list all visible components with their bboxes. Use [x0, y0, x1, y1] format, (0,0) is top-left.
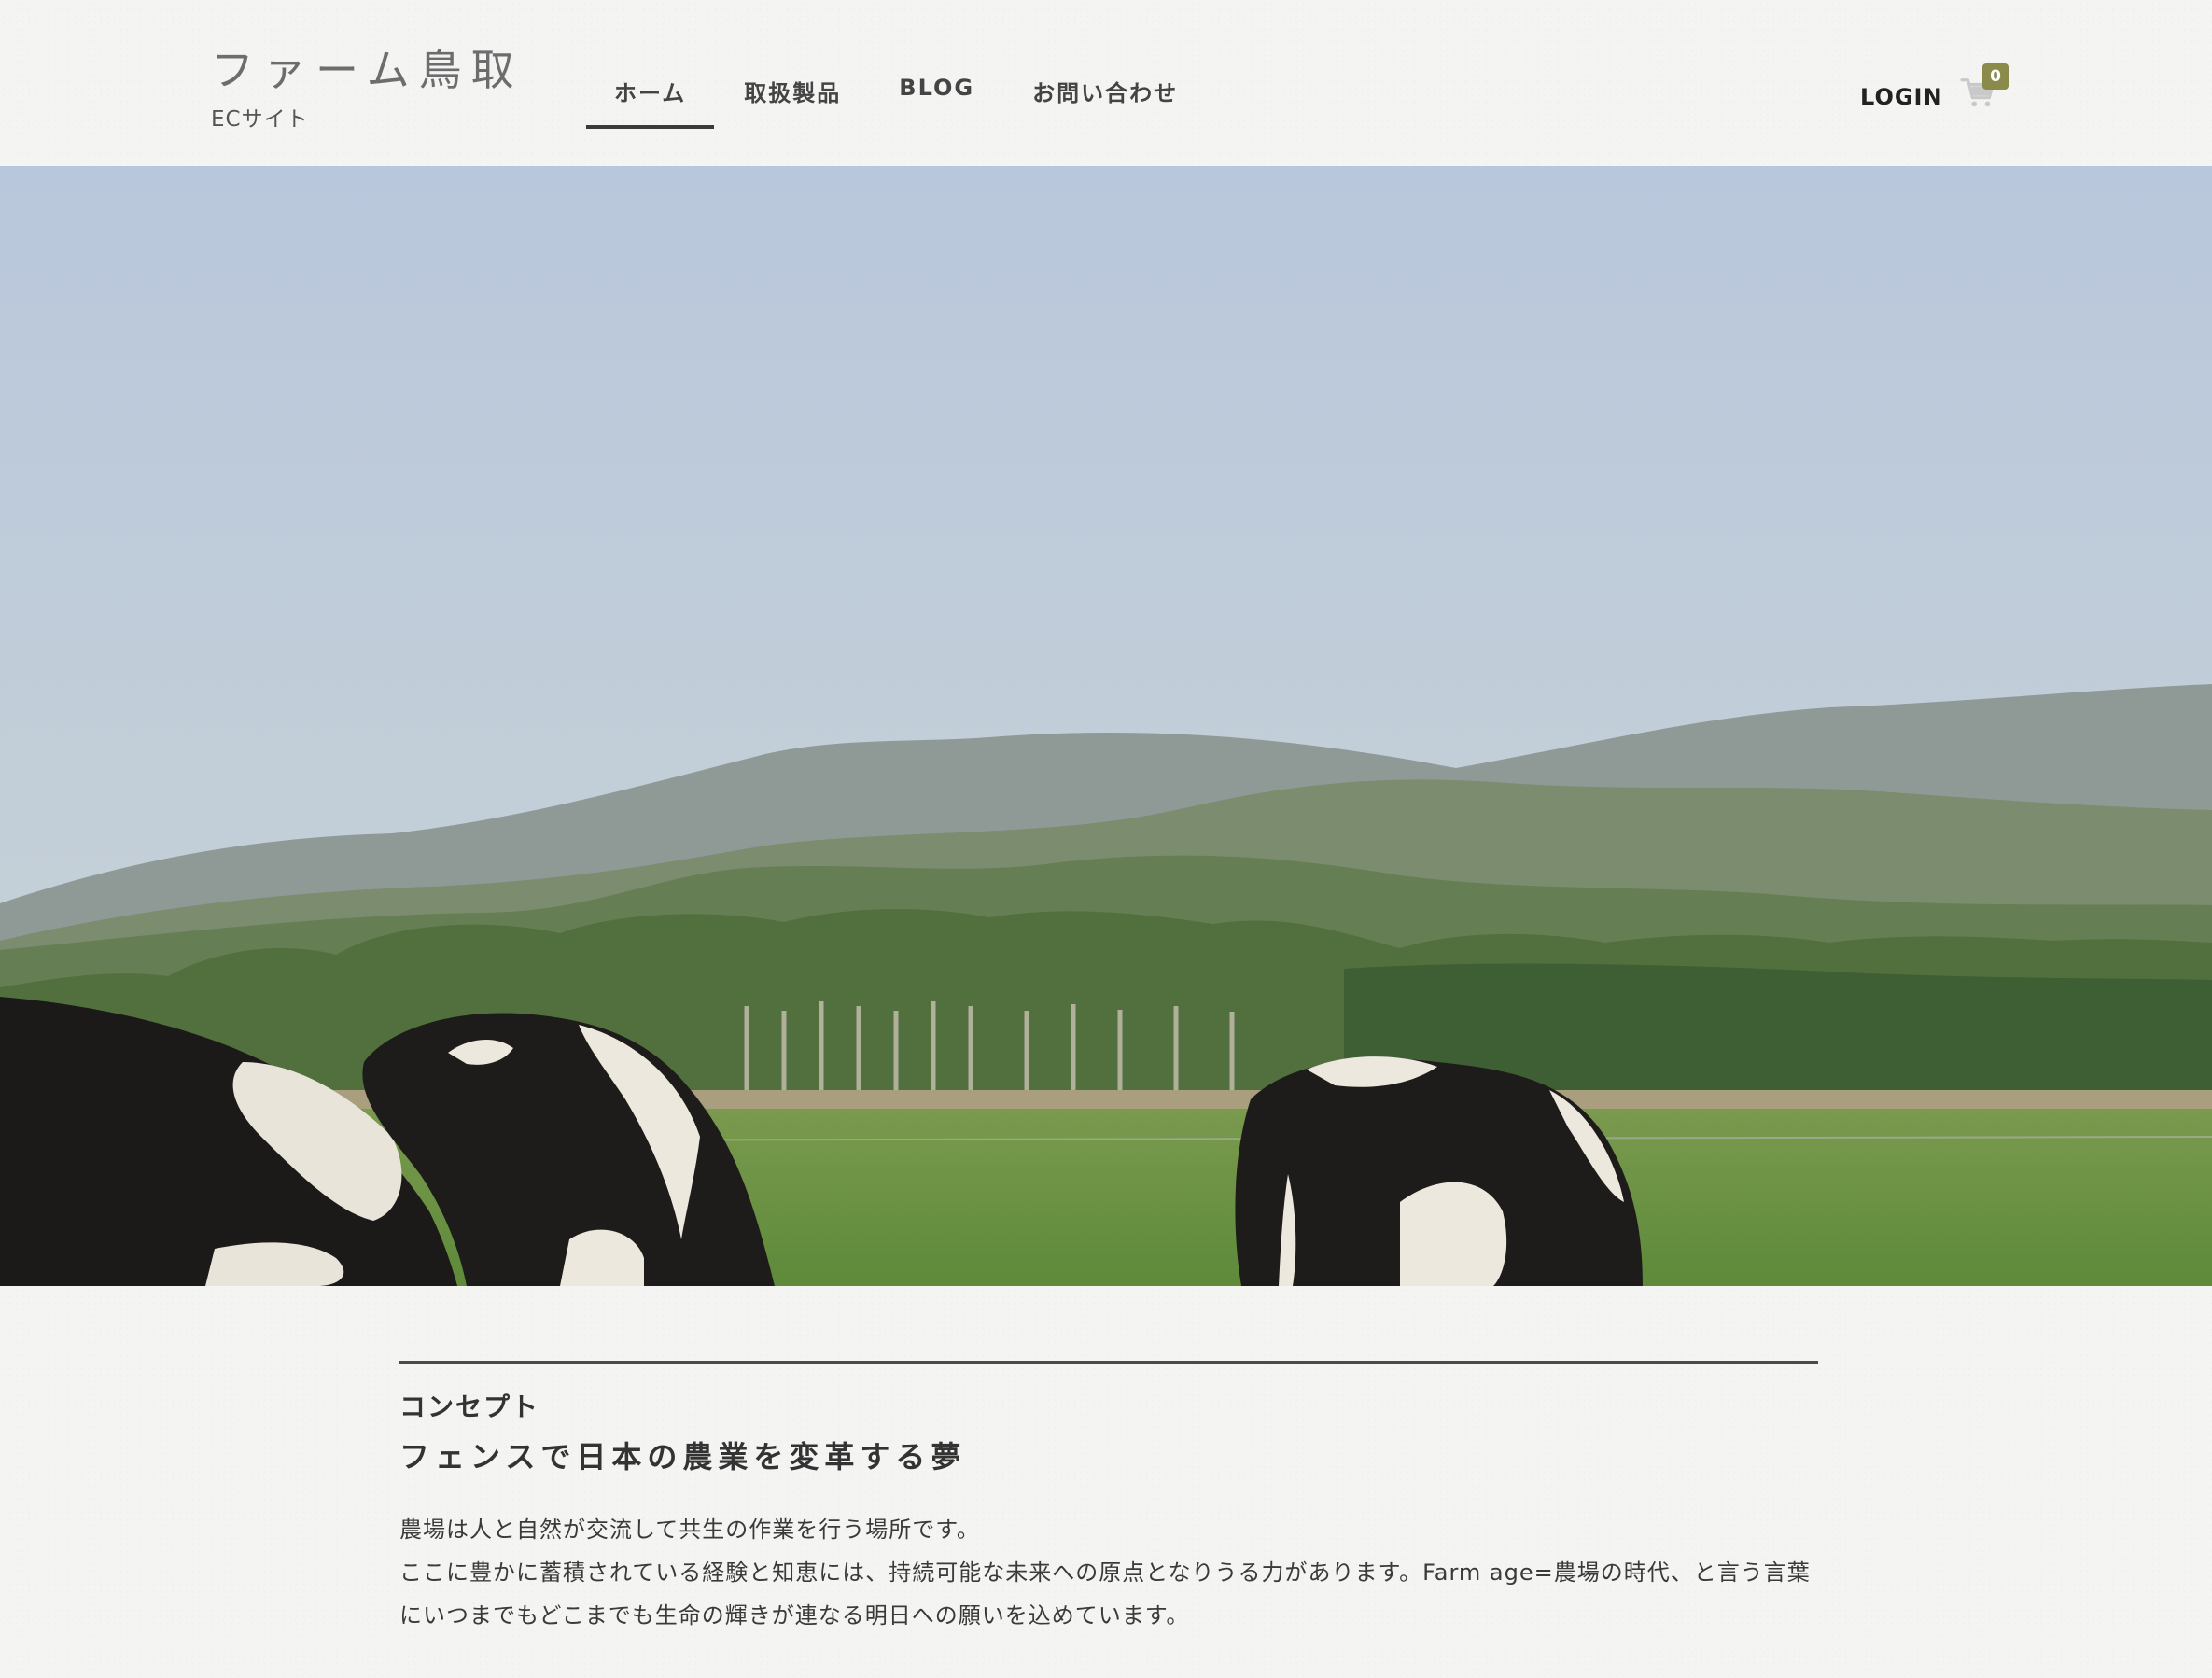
- concept-section: コンセプト フェンスで日本の農業を変革する夢 農場は人と自然が交流して共生の作業…: [399, 1361, 1818, 1637]
- site-header: ファーム鳥取 ECサイト ホーム 取扱製品 BLOG お問い合わせ LOGIN …: [0, 0, 2212, 166]
- concept-label: コンセプト: [399, 1391, 540, 1422]
- login-link[interactable]: LOGIN: [1860, 84, 1943, 110]
- site-subtitle: ECサイト: [211, 107, 309, 132]
- pasture-cows-image: [0, 166, 2212, 1286]
- concept-paragraph: 農場は人と自然が交流して共生の作業を行う場所です。: [399, 1517, 980, 1543]
- nav-item-blog[interactable]: BLOG: [871, 62, 1002, 116]
- concept-divider: [399, 1361, 1818, 1364]
- site-logo[interactable]: ファーム鳥取 ECサイト: [211, 41, 524, 133]
- hero-image: [0, 166, 2212, 1286]
- nav-item-contact[interactable]: お問い合わせ: [1004, 62, 1206, 116]
- site-title[interactable]: ファーム鳥取: [211, 41, 524, 99]
- cart-count-badge: 0: [1982, 63, 2009, 90]
- nav-item-home[interactable]: ホーム: [586, 62, 715, 129]
- concept-heading: フェンスで日本の農業を変革する夢: [399, 1439, 967, 1475]
- concept-paragraph: ここに豊かに蓄積されている経験と知恵には、持続可能な未来への原点となりうる力があ…: [399, 1559, 1811, 1629]
- concept-body: 農場は人と自然が交流して共生の作業を行う場所です。 ここに豊かに蓄積されている経…: [399, 1508, 1818, 1637]
- nav-item-products[interactable]: 取扱製品: [716, 62, 869, 116]
- main-nav: ホーム 取扱製品 BLOG お問い合わせ: [586, 62, 1206, 129]
